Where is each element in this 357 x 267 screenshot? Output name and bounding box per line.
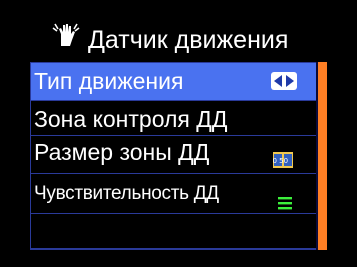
menu-item-label: Размер зоны ДД <box>34 139 210 165</box>
settings-menu: Тип движения Зона контроля ДД Размер зон… <box>30 62 323 250</box>
header-bar: Датчик движения <box>0 0 357 58</box>
zone-size-left-value: 50 50 <box>273 157 288 165</box>
menu-item-zone-size[interactable]: Размер зоны ДД 50 50 <box>31 136 318 174</box>
page-title: Датчик движения <box>88 26 289 54</box>
menu-item-sensitivity[interactable]: Чувствительность ДД <box>31 174 318 214</box>
menu-item-label: Зона контроля ДД <box>34 106 228 132</box>
left-right-arrows-icon <box>271 72 297 90</box>
menu-item-motion-type[interactable]: Тип движения <box>31 63 318 101</box>
menu-item-control-zone[interactable]: Зона контроля ДД <box>31 101 318 136</box>
menu-item-label: Чувствительность ДД <box>34 183 219 204</box>
menu-item-empty[interactable] <box>31 214 318 249</box>
scrollbar-thumb[interactable] <box>318 62 327 250</box>
zone-size-icon: 50 50 <box>273 152 293 168</box>
hand-wave-icon <box>52 23 80 46</box>
sensitivity-bars-icon <box>278 197 292 210</box>
menu-item-label: Тип движения <box>34 68 184 94</box>
